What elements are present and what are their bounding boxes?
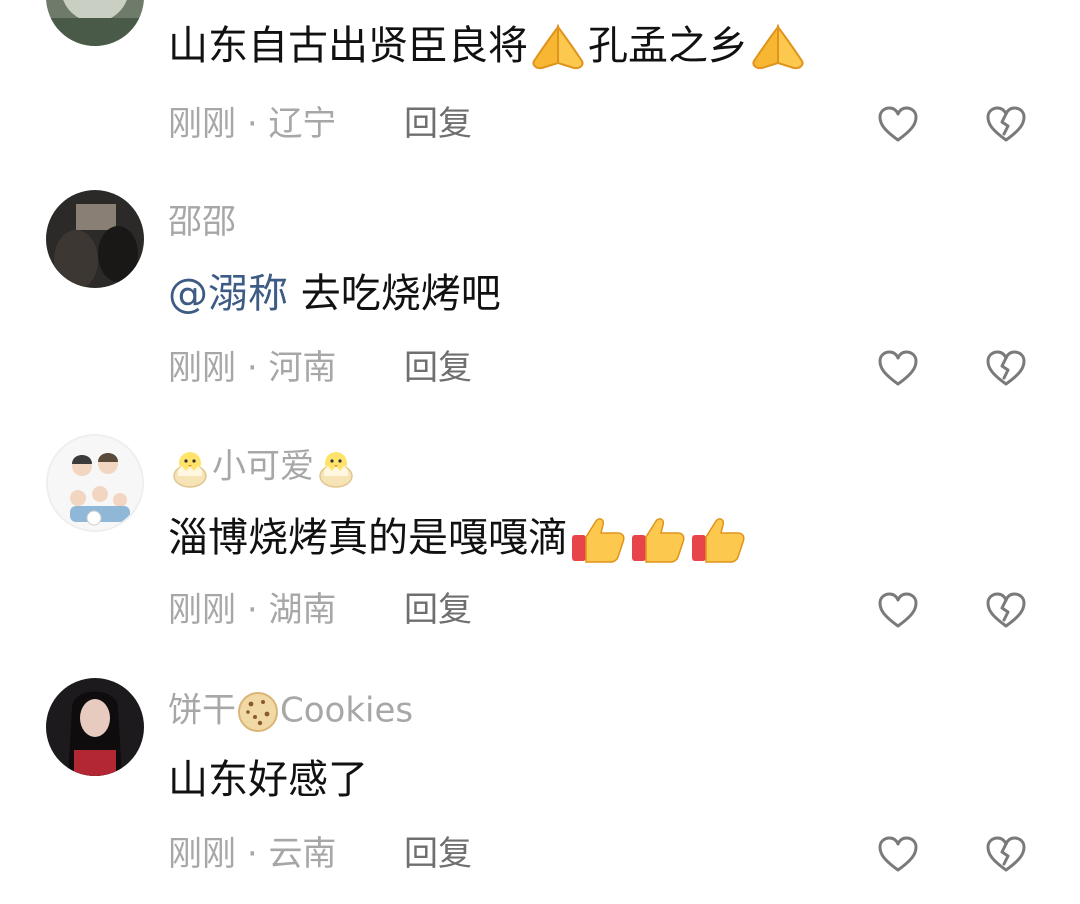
- pray-emoji: [748, 23, 808, 73]
- cookie-emoji: [236, 690, 280, 734]
- heart-outline-icon[interactable]: [878, 350, 918, 388]
- comment-time: 刚刚: [168, 348, 236, 388]
- username[interactable]: 饼干 Cookies: [168, 690, 413, 734]
- avatar-image: [46, 0, 144, 46]
- comment-text: 淄博烧烤真的是嘎嘎滴: [168, 514, 748, 565]
- comment-1: 山东自古出贤臣良将 孔孟之乡 刚刚 · 辽宁 回复: [0, 0, 1080, 160]
- thumbs-up-emoji: [628, 515, 688, 565]
- avatar-image: [46, 190, 144, 288]
- comment-time: 刚刚: [168, 104, 236, 144]
- avatar[interactable]: [46, 0, 144, 46]
- username-text: 小可爱: [212, 446, 314, 487]
- broken-heart-icon[interactable]: [986, 836, 1026, 874]
- thumbs-up-emoji: [568, 515, 628, 565]
- comment-text: 山东好感了: [168, 756, 368, 804]
- avatar[interactable]: [46, 190, 144, 288]
- meta-separator: ·: [246, 348, 258, 388]
- username[interactable]: 邵邵: [168, 202, 236, 242]
- chick-emoji: [168, 446, 212, 490]
- username-text: 邵邵: [168, 202, 236, 242]
- avatar[interactable]: [46, 678, 144, 776]
- avatar-image: [48, 436, 142, 530]
- meta-separator: ·: [246, 104, 258, 144]
- chick-emoji: [314, 446, 358, 490]
- broken-heart-icon[interactable]: [986, 592, 1026, 630]
- comment-meta: 刚刚 · 云南: [168, 834, 336, 874]
- comment-location: 湖南: [268, 590, 337, 630]
- broken-heart-icon[interactable]: [986, 350, 1026, 388]
- mention-link[interactable]: @溺称: [168, 271, 288, 317]
- comment-text: 山东自古出贤臣良将 孔孟之乡: [168, 22, 808, 73]
- avatar[interactable]: [46, 434, 144, 532]
- comment-time: 刚刚: [168, 590, 236, 630]
- heart-outline-icon[interactable]: [878, 592, 918, 630]
- thumbs-up-emoji: [688, 515, 748, 565]
- comment-time: 刚刚: [168, 834, 236, 874]
- comment-text-part: 淄博烧烤真的是嘎嘎滴: [168, 515, 568, 561]
- avatar-image: [46, 678, 144, 776]
- username[interactable]: 小可爱: [168, 446, 358, 490]
- comment-text-part: 孔孟之乡: [588, 23, 748, 69]
- comment-2: 邵邵 @溺称 去吃烧烤吧 刚刚 · 河南 回复: [0, 190, 1080, 410]
- comment-text-part: 去吃烧烤吧: [288, 271, 501, 317]
- heart-outline-icon[interactable]: [878, 836, 918, 874]
- comment-text-part: 山东好感了: [168, 757, 368, 803]
- comment-location: 河南: [268, 348, 337, 388]
- comment-text: @溺称 去吃烧烤吧: [168, 270, 501, 318]
- pray-emoji: [528, 23, 588, 73]
- comment-meta: 刚刚 · 河南: [168, 348, 336, 388]
- comment-location: 辽宁: [268, 104, 337, 144]
- broken-heart-icon[interactable]: [986, 106, 1026, 144]
- comment-meta: 刚刚 · 辽宁: [168, 104, 336, 144]
- username-suffix: Cookies: [280, 690, 414, 731]
- comment-4: 饼干 Cookies 山东好感了 刚刚 · 云南 回复: [0, 678, 1080, 904]
- comment-meta: 刚刚 · 湖南: [168, 590, 336, 630]
- comment-text-part: 山东自古出贤臣良将: [168, 23, 528, 69]
- comment-location: 云南: [268, 834, 337, 874]
- reply-button[interactable]: 回复: [404, 590, 472, 630]
- reply-button[interactable]: 回复: [404, 104, 472, 144]
- username-text: 饼干: [168, 690, 236, 731]
- meta-separator: ·: [246, 590, 258, 630]
- reply-button[interactable]: 回复: [404, 348, 472, 388]
- reply-button[interactable]: 回复: [404, 834, 472, 874]
- meta-separator: ·: [246, 834, 258, 874]
- comment-3: 小可爱 淄博烧烤真的是嘎嘎滴 刚刚 · 湖南 回复: [0, 434, 1080, 654]
- heart-outline-icon[interactable]: [878, 106, 918, 144]
